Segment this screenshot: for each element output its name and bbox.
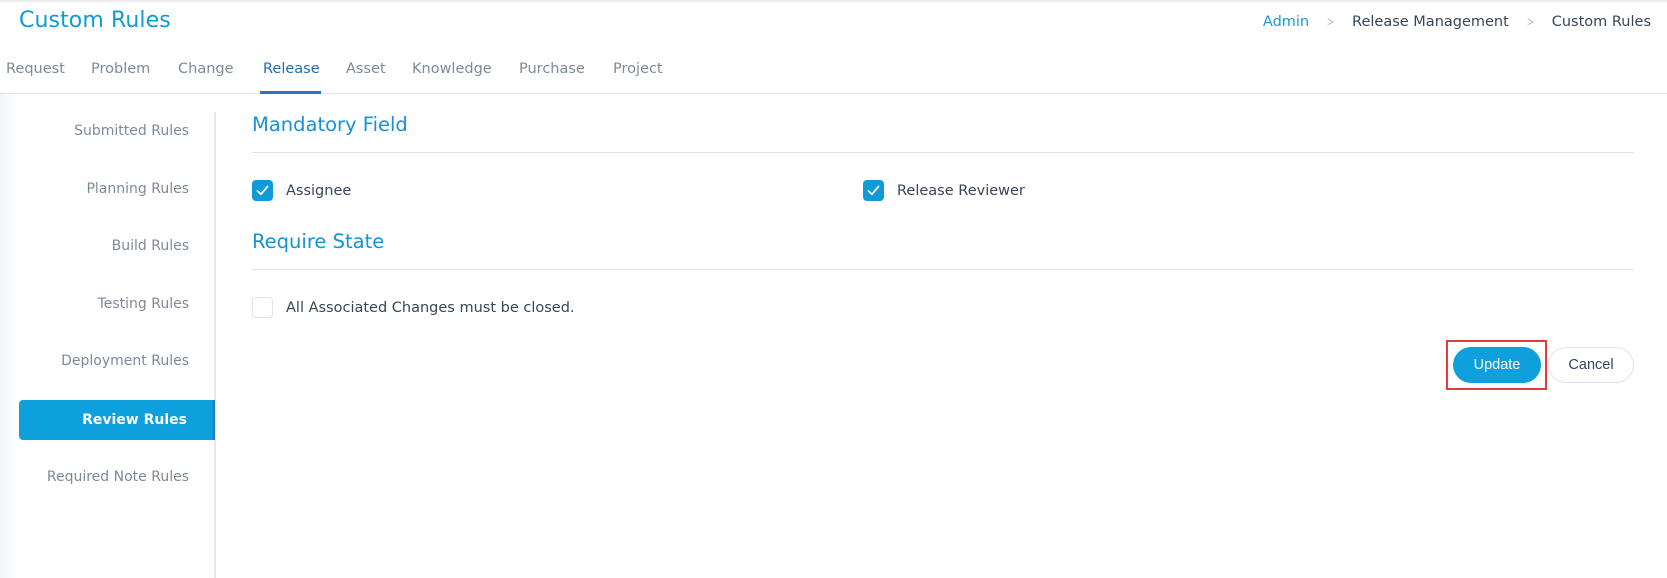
chevron-right-icon: > <box>1526 14 1535 30</box>
active-tab-indicator <box>260 91 321 94</box>
sidebar-item-planning-rules[interactable]: Planning Rules <box>19 169 215 209</box>
tab-change[interactable]: Change <box>178 61 234 77</box>
update-button[interactable]: Update <box>1453 347 1541 383</box>
assignee-option[interactable]: Assignee <box>252 180 351 201</box>
associated-changes-closed-checkbox[interactable] <box>252 297 273 318</box>
breadcrumb-release-management[interactable]: Release Management <box>1352 14 1509 30</box>
section-divider <box>252 152 1634 153</box>
page-title: Custom Rules <box>19 8 171 33</box>
sidebar-item-deployment-rules[interactable]: Deployment Rules <box>19 341 215 381</box>
tab-problem[interactable]: Problem <box>91 61 150 77</box>
tab-project[interactable]: Project <box>613 61 663 77</box>
sidebar-item-submitted-rules[interactable]: Submitted Rules <box>19 111 215 151</box>
assignee-label: Assignee <box>286 182 352 199</box>
release-reviewer-option[interactable]: Release Reviewer <box>863 180 1025 201</box>
section-divider <box>252 269 1634 270</box>
sidebar <box>0 94 215 578</box>
release-reviewer-checkbox[interactable] <box>863 180 884 201</box>
tab-knowledge[interactable]: Knowledge <box>412 61 492 77</box>
sidebar-item-testing-rules[interactable]: Testing Rules <box>19 284 215 324</box>
assignee-checkbox[interactable] <box>252 180 273 201</box>
breadcrumb: Admin > Release Management > Custom Rule… <box>1263 14 1651 30</box>
tab-request[interactable]: Request <box>6 61 65 77</box>
sidebar-item-required-note-rules[interactable]: Required Note Rules <box>19 457 215 497</box>
top-shadow <box>0 0 1667 3</box>
module-tabs: Request Problem Change Release Asset Kno… <box>0 50 1667 94</box>
tab-release[interactable]: Release <box>263 61 320 77</box>
mandatory-field-heading: Mandatory Field <box>252 113 408 136</box>
require-state-heading: Require State <box>252 230 385 253</box>
tab-purchase[interactable]: Purchase <box>519 61 585 77</box>
breadcrumb-custom-rules: Custom Rules <box>1551 14 1651 30</box>
cancel-button[interactable]: Cancel <box>1548 347 1634 383</box>
tab-asset[interactable]: Asset <box>346 61 386 77</box>
checkmark-icon <box>256 185 269 196</box>
associated-changes-closed-label: All Associated Changes must be closed. <box>286 299 575 316</box>
sidebar-item-build-rules[interactable]: Build Rules <box>19 226 215 266</box>
sidebar-item-review-rules[interactable]: Review Rules <box>19 400 215 440</box>
checkmark-icon <box>867 185 880 196</box>
associated-changes-closed-option[interactable]: All Associated Changes must be closed. <box>252 297 575 318</box>
breadcrumb-admin[interactable]: Admin <box>1263 14 1309 30</box>
chevron-right-icon: > <box>1326 14 1335 30</box>
release-reviewer-label: Release Reviewer <box>897 182 1025 199</box>
